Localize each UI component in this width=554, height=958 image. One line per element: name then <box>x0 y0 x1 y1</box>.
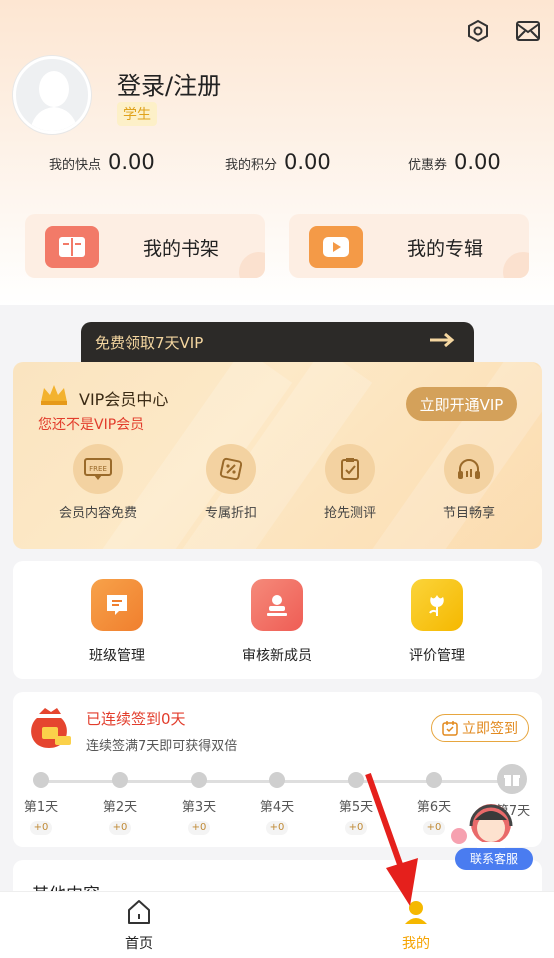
card-decoration <box>503 252 529 278</box>
class-management-icon <box>91 579 143 631</box>
tool-label: 班级管理 <box>89 648 145 664</box>
stat-value: 0.00 <box>454 150 501 174</box>
day-dot <box>191 772 207 788</box>
review-clipboard-icon <box>325 444 375 494</box>
card-decoration <box>239 252 265 278</box>
stat-label: 我的积分 <box>225 158 278 173</box>
benefit-free-content[interactable]: FREE 会员内容免费 <box>38 444 158 521</box>
day-label: 第2天 <box>102 800 138 815</box>
stat-points[interactable]: 我的积分 0.00 <box>225 150 331 174</box>
tab-label: 我的 <box>402 936 430 952</box>
status-badge: 学生 <box>117 102 157 126</box>
calendar-check-icon <box>442 721 458 736</box>
tool-label: 评价管理 <box>409 648 465 664</box>
free-vip-text: 免费领取7天VIP <box>95 334 204 352</box>
day-points: +0 <box>266 821 288 835</box>
stat-label: 我的快点 <box>49 158 102 173</box>
stat-value: 0.00 <box>284 150 331 174</box>
stat-label: 优惠券 <box>408 158 448 173</box>
benefit-label: 抢先测评 <box>323 506 376 521</box>
arrow-right-icon <box>428 332 456 352</box>
sign-in-button[interactable]: 立即签到 <box>431 714 529 742</box>
customer-service-label: 联系客服 <box>455 848 533 870</box>
sign-in-hint: 连续签满7天即可获得双倍 <box>86 739 238 754</box>
review-members-button[interactable]: 审核新成员 <box>212 579 342 665</box>
red-arrow-annotation <box>360 770 430 914</box>
benefit-programs[interactable]: 节目畅享 <box>409 444 529 521</box>
book-icon <box>45 226 99 268</box>
vip-status-text: 您还不是VIP会员 <box>38 417 145 433</box>
review-members-icon <box>251 579 303 631</box>
day-label: 第1天 <box>23 800 59 815</box>
tab-home[interactable]: 首页 <box>104 898 174 953</box>
day-points: +0 <box>188 821 210 835</box>
flower-icon <box>411 579 463 631</box>
free-tag-text: FREE <box>89 465 107 473</box>
customer-service-button[interactable]: 联系客服 <box>445 796 535 872</box>
avatar[interactable] <box>13 56 91 134</box>
video-album-icon <box>309 226 363 268</box>
headphones-icon <box>444 444 494 494</box>
open-vip-button[interactable]: 立即开通VIP <box>406 387 517 421</box>
mail-icon[interactable] <box>513 16 543 46</box>
class-management-button[interactable]: 班级管理 <box>52 579 182 665</box>
day-label: 第4天 <box>259 800 295 815</box>
benefit-label: 专属折扣 <box>204 506 257 521</box>
free-tag-icon: FREE <box>73 444 123 494</box>
day-dot <box>112 772 128 788</box>
albums-label: 我的专辑 <box>407 238 484 260</box>
stat-coupons[interactable]: 优惠券 0.00 <box>408 150 501 174</box>
sign-in-button-label: 立即签到 <box>462 721 518 737</box>
evaluation-management-button[interactable]: 评价管理 <box>372 579 502 665</box>
sign-in-streak: 已连续签到0天 <box>86 710 186 728</box>
stat-value: 0.00 <box>108 150 155 174</box>
day-points: +0 <box>109 821 131 835</box>
day-dot <box>269 772 285 788</box>
day-points: +0 <box>30 821 52 835</box>
benefit-early-review[interactable]: 抢先测评 <box>290 444 410 521</box>
crown-icon <box>38 382 70 410</box>
bottom-tab-bar: 首页 我的 <box>0 891 554 958</box>
gift-icon <box>497 764 527 794</box>
tab-label: 首页 <box>125 936 153 952</box>
albums-button[interactable]: 我的专辑 <box>289 214 529 278</box>
tool-label: 审核新成员 <box>242 648 312 664</box>
day-dot <box>33 772 49 788</box>
bookshelf-button[interactable]: 我的书架 <box>25 214 265 278</box>
login-register-link[interactable]: 登录/注册 <box>117 66 221 101</box>
money-bag-icon <box>25 704 75 756</box>
day-step: 第2天 +0 <box>90 772 150 835</box>
vip-center-card[interactable]: VIP会员中心 您还不是VIP会员 立即开通VIP FREE 会员内容免费 专属… <box>13 362 542 549</box>
bookshelf-label: 我的书架 <box>143 238 220 260</box>
tools-card: 班级管理 审核新成员 评价管理 <box>13 561 542 679</box>
stat-kuaidian[interactable]: 我的快点 0.00 <box>49 150 155 174</box>
day-step: 第1天 +0 <box>11 772 71 835</box>
free-vip-banner[interactable]: 免费领取7天VIP <box>81 322 474 362</box>
benefit-label: 会员内容免费 <box>58 506 137 521</box>
discount-icon <box>206 444 256 494</box>
benefit-discount[interactable]: 专属折扣 <box>171 444 291 521</box>
day-step: 第3天 +0 <box>169 772 229 835</box>
vip-center-title: VIP会员中心 <box>79 390 169 409</box>
day-label: 第3天 <box>181 800 217 815</box>
day-step: 第4天 +0 <box>247 772 307 835</box>
support-agent-icon <box>451 804 513 854</box>
benefit-label: 节目畅享 <box>442 506 495 521</box>
settings-icon[interactable] <box>463 16 493 46</box>
home-icon <box>128 900 150 924</box>
